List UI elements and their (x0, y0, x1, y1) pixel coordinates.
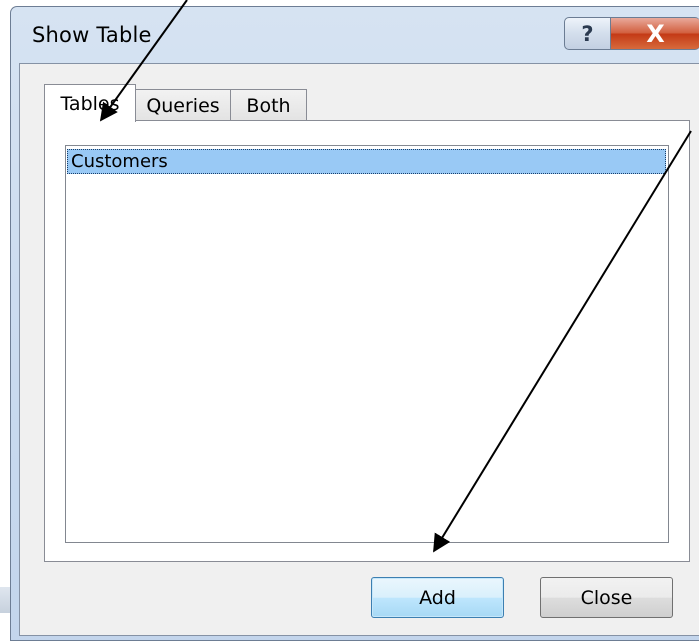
dialog-client-area: Tables Queries Both Customers Add Close (19, 63, 699, 636)
close-window-button[interactable]: X (610, 17, 699, 50)
list-item-customers[interactable]: Customers (67, 149, 666, 174)
show-table-dialog: Show Table ? X Tables Queries Both Custo… (10, 6, 699, 641)
help-button[interactable]: ? (564, 17, 611, 50)
tables-listbox[interactable]: Customers (65, 145, 669, 543)
tab-tables[interactable]: Tables (44, 84, 136, 122)
close-icon: X (646, 19, 665, 48)
tab-queries[interactable]: Queries (135, 89, 231, 121)
dialog-title: Show Table (32, 23, 152, 47)
add-button[interactable]: Add (371, 577, 504, 618)
tab-panel: Customers (44, 120, 690, 562)
close-button[interactable]: Close (540, 577, 673, 618)
help-icon: ? (581, 21, 594, 46)
tab-both[interactable]: Both (230, 89, 307, 121)
title-bar[interactable]: Show Table ? X (11, 7, 699, 63)
